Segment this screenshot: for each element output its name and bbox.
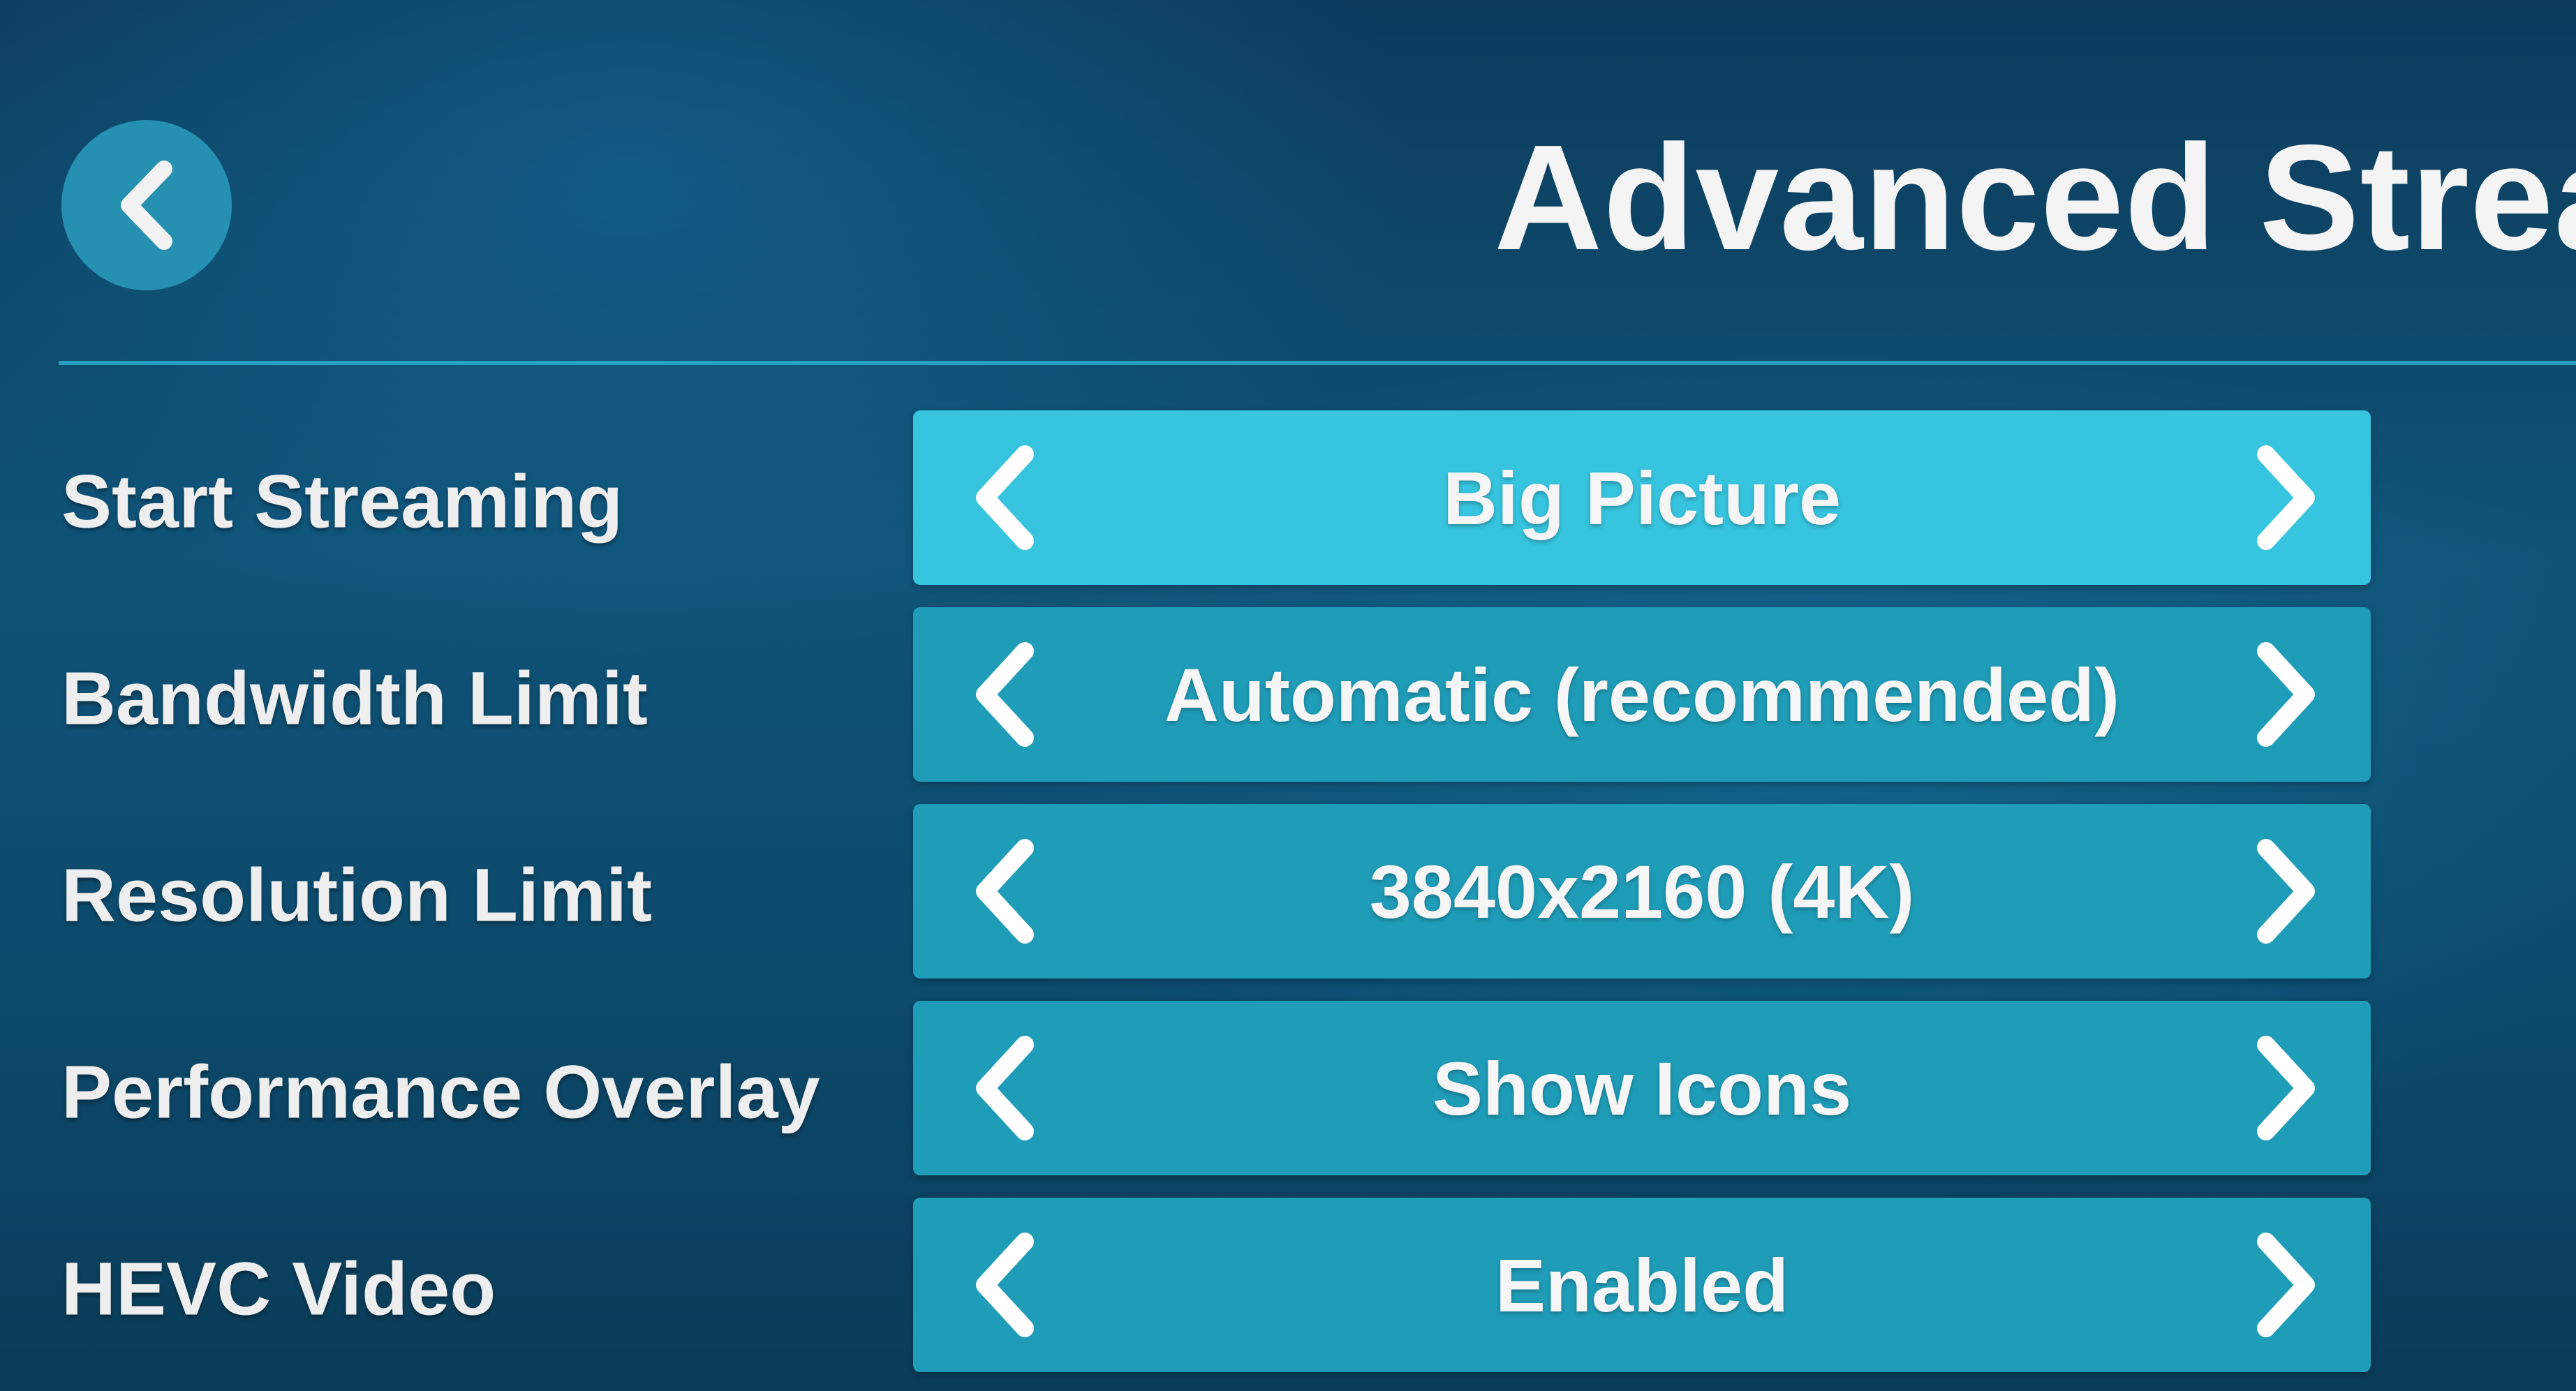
title-area: Advanced Stream	[0, 0, 2576, 314]
next-option-button[interactable]	[2245, 832, 2329, 951]
previous-option-button[interactable]	[962, 832, 1046, 951]
selector-value: Enabled	[1495, 1242, 1789, 1327]
setting-label: Resolution Limit	[61, 852, 652, 937]
chevron-right-icon	[2257, 1036, 2315, 1140]
previous-option-button[interactable]	[962, 1226, 1046, 1344]
chevron-right-icon	[2257, 839, 2315, 944]
performance-overlay-selector[interactable]: Show Icons	[913, 1001, 2371, 1175]
chevron-left-icon	[976, 642, 1034, 747]
setting-row-start-streaming: Start Streaming Big Picture	[0, 410, 2576, 592]
bandwidth-limit-selector[interactable]: Automatic (recommended)	[913, 607, 2371, 782]
setting-label: Bandwidth Limit	[61, 655, 648, 741]
previous-option-button[interactable]	[962, 1029, 1046, 1147]
setting-row-resolution-limit: Resolution Limit 3840x2160 (4K)	[0, 804, 2576, 985]
chevron-left-icon	[976, 1036, 1034, 1140]
page-title: Advanced Stream	[1494, 113, 2576, 281]
previous-option-button[interactable]	[962, 635, 1046, 754]
previous-option-button[interactable]	[962, 438, 1046, 557]
setting-row-bandwidth-limit: Bandwidth Limit Automatic (recommended)	[0, 607, 2576, 789]
chevron-right-icon	[2257, 642, 2315, 747]
next-option-button[interactable]	[2245, 438, 2329, 557]
selector-value: Show Icons	[1432, 1046, 1852, 1131]
next-option-button[interactable]	[2245, 1226, 2329, 1344]
next-option-button[interactable]	[2245, 1029, 2329, 1147]
setting-label: HEVC Video	[61, 1246, 496, 1331]
setting-label: Performance Overlay	[61, 1049, 820, 1134]
chevron-left-icon	[976, 445, 1034, 550]
chevron-right-icon	[2257, 1233, 2315, 1337]
selector-value: Big Picture	[1442, 455, 1842, 540]
selector-value: Automatic (recommended)	[1164, 652, 2120, 737]
selector-value: 3840x2160 (4K)	[1369, 849, 1915, 934]
header-divider	[59, 361, 2576, 365]
setting-row-hevc-video: HEVC Video Enabled	[0, 1198, 2576, 1379]
hevc-video-selector[interactable]: Enabled	[913, 1198, 2371, 1372]
resolution-limit-selector[interactable]: 3840x2160 (4K)	[913, 804, 2371, 979]
start-streaming-selector[interactable]: Big Picture	[913, 410, 2371, 585]
chevron-left-icon	[976, 839, 1034, 944]
chevron-right-icon	[2257, 445, 2315, 550]
setting-row-performance-overlay: Performance Overlay Show Icons	[0, 1001, 2576, 1182]
chevron-left-icon	[976, 1233, 1034, 1337]
setting-label: Start Streaming	[61, 459, 623, 544]
next-option-button[interactable]	[2245, 635, 2329, 754]
